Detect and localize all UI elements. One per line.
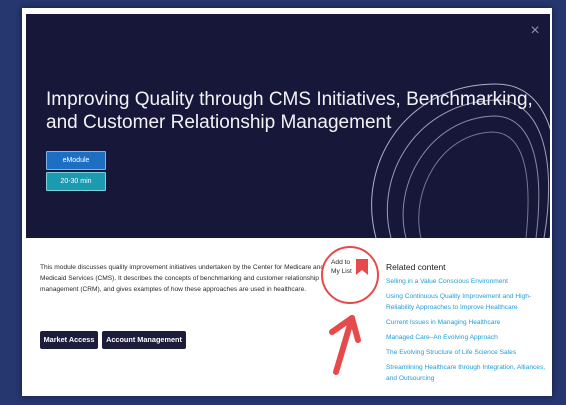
course-title: Improving Quality through CMS Initiative… [46,89,533,133]
type-badge: eModule [46,151,106,170]
tag-account-management[interactable]: Account Management [102,331,186,349]
close-button[interactable]: × [526,22,544,40]
add-to-list-line2: My List [331,268,352,275]
course-description: This module discusses quality improvemen… [40,264,325,293]
course-modal: × Improving Quality through CMS Initiati… [22,8,552,396]
related-link[interactable]: Using Continuous Quality Improvement and… [386,291,548,313]
related-link[interactable]: The Evolving Structure of Life Science S… [386,347,548,358]
related-link[interactable]: Streamlining Healthcare through Integrat… [386,362,548,384]
add-to-list-line1: Add to [331,259,351,266]
related-link[interactable]: Managed Care–An Evolving Approach [386,332,548,343]
tag-market-access[interactable]: Market Access [40,331,98,349]
related-link[interactable]: Selling in a Value Conscious Environment [386,276,548,287]
add-to-list-label: Add to My List [331,258,359,276]
bookmark-icon [356,259,368,275]
annotation-arrow-icon [329,315,361,375]
related-content-heading: Related content [386,262,446,272]
duration-badge: 20-30 min [46,172,106,191]
related-link[interactable]: Current Issues in Managing Healthcare [386,317,548,328]
add-to-list-button[interactable]: Add to My List [321,246,379,304]
hero-banner: × Improving Quality through CMS Initiati… [26,14,550,238]
related-content-list: Selling in a Value Conscious Environment… [386,276,548,384]
